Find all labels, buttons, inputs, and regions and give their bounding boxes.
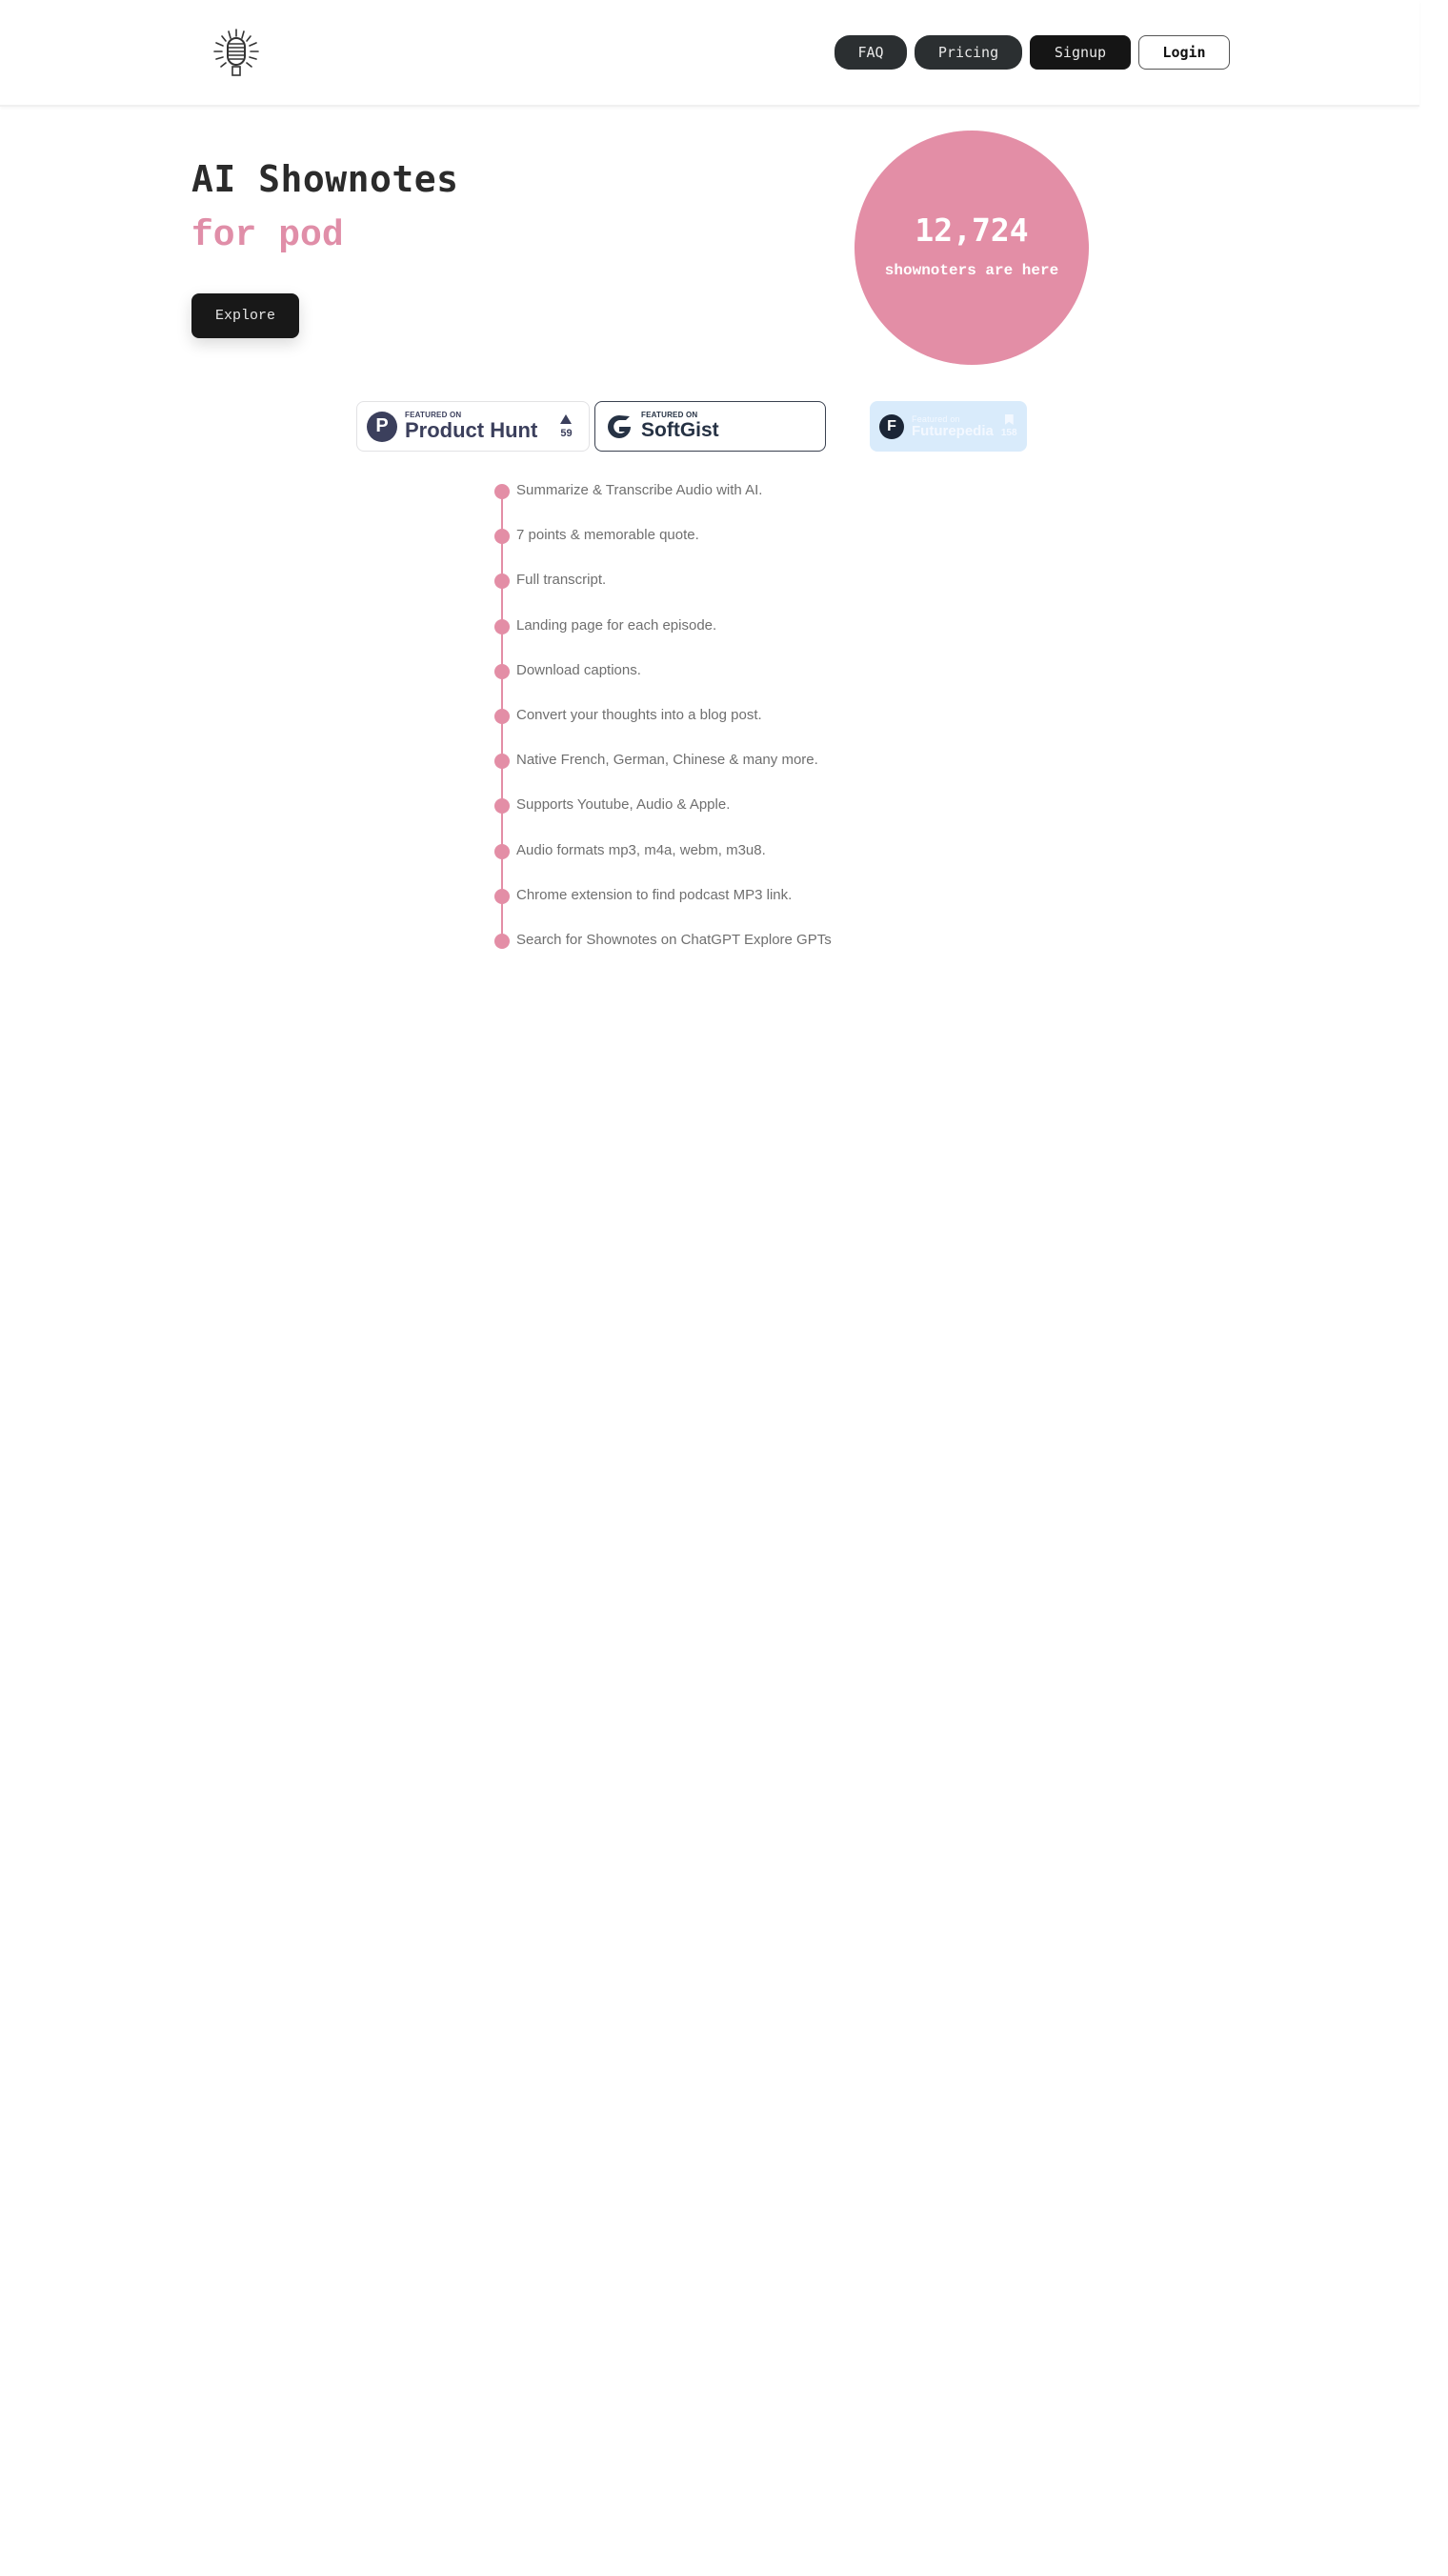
softgist-badge[interactable]: FEATURED ON SoftGist — [594, 401, 826, 452]
badge-small-text: Featured on — [912, 413, 960, 424]
feature-text: Supports Youtube, Audio & Apple. — [516, 796, 731, 814]
timeline-dot-icon — [494, 888, 510, 904]
user-counter: 12,724 shownoters are here — [855, 131, 1089, 365]
feature-item: Search for Shownotes on ChatGPT Explore … — [494, 929, 832, 974]
upvote-triangle-icon — [560, 413, 573, 424]
feature-item: Audio formats mp3, m4a, webm, m3u8. — [494, 839, 832, 884]
badge-big-text: Product Hunt — [405, 418, 538, 442]
feature-text: Full transcript. — [516, 572, 607, 589]
feature-text: Summarize & Transcribe Audio with AI. — [516, 482, 763, 498]
feature-text: Landing page for each episode. — [516, 616, 717, 634]
feature-item: Summarize & Transcribe Audio with AI. — [494, 479, 832, 524]
product-hunt-badge[interactable]: P FEATURED ON Product Hunt 59 — [356, 401, 590, 452]
timeline-dot-icon — [494, 618, 510, 634]
counter-label: shownoters are here — [884, 261, 1059, 279]
feature-item: Download captions. — [494, 659, 832, 704]
feature-text: 7 points & memorable quote. — [516, 527, 699, 544]
hero-title: AI Shownotes — [191, 158, 459, 200]
timeline-dot-icon — [494, 574, 510, 590]
explore-button[interactable]: Explore — [191, 293, 299, 338]
bookmark-count: 158 — [1001, 414, 1017, 438]
feature-text: Audio formats mp3, m4a, webm, m3u8. — [516, 841, 766, 858]
bookmark-number: 158 — [1000, 428, 1017, 438]
login-button[interactable]: Login — [1138, 35, 1230, 70]
product-hunt-icon: P — [367, 411, 397, 442]
feature-timeline: Summarize & Transcribe Audio with AI. 7 … — [494, 479, 832, 974]
faq-button[interactable]: FAQ — [835, 35, 907, 70]
badge-big-text: SoftGist — [641, 419, 719, 441]
timeline-dot-icon — [494, 843, 510, 859]
upvote-count: 59 — [560, 413, 573, 439]
timeline-dot-icon — [494, 484, 510, 499]
feature-text: Convert your thoughts into a blog post. — [516, 706, 762, 723]
signup-button[interactable]: Signup — [1030, 35, 1131, 70]
timeline-dot-icon — [494, 933, 510, 949]
counter-value: 12,724 — [915, 211, 1029, 249]
vote-number: 59 — [560, 427, 573, 439]
timeline-dot-icon — [494, 708, 510, 724]
softgist-icon — [608, 414, 631, 438]
feature-item: Supports Youtube, Audio & Apple. — [494, 794, 832, 838]
feature-text: Download captions. — [516, 661, 641, 678]
timeline-dot-icon — [494, 529, 510, 545]
feature-item: Native French, German, Chinese & many mo… — [494, 749, 832, 794]
futurepedia-badge[interactable]: F Featured on Futurepedia 158 — [870, 401, 1027, 452]
timeline-dot-icon — [494, 663, 510, 679]
feature-item: Convert your thoughts into a blog post. — [494, 704, 832, 749]
bookmark-icon — [1004, 414, 1014, 425]
microphone-icon[interactable] — [211, 28, 261, 79]
feature-item: Landing page for each episode. — [494, 614, 832, 659]
feature-text: Search for Shownotes on ChatGPT Explore … — [516, 931, 832, 948]
timeline-dot-icon — [494, 754, 510, 770]
badge-small-text: FEATURED ON — [641, 411, 698, 419]
pricing-button[interactable]: Pricing — [915, 35, 1022, 70]
futurepedia-icon: F — [879, 413, 904, 439]
feature-item: 7 points & memorable quote. — [494, 524, 832, 569]
site-header: FAQ Pricing Signup Login — [0, 0, 1419, 107]
feature-text: Chrome extension to find podcast MP3 lin… — [516, 886, 793, 903]
timeline-dot-icon — [494, 798, 510, 815]
hero-subtitle: for pod — [191, 215, 344, 256]
badge-big-text: Futurepedia — [912, 422, 994, 439]
feature-item: Chrome extension to find podcast MP3 lin… — [494, 884, 832, 929]
top-nav: FAQ Pricing Signup Login — [835, 35, 1230, 70]
feature-text: Native French, German, Chinese & many mo… — [516, 752, 818, 769]
feature-item: Full transcript. — [494, 569, 832, 614]
